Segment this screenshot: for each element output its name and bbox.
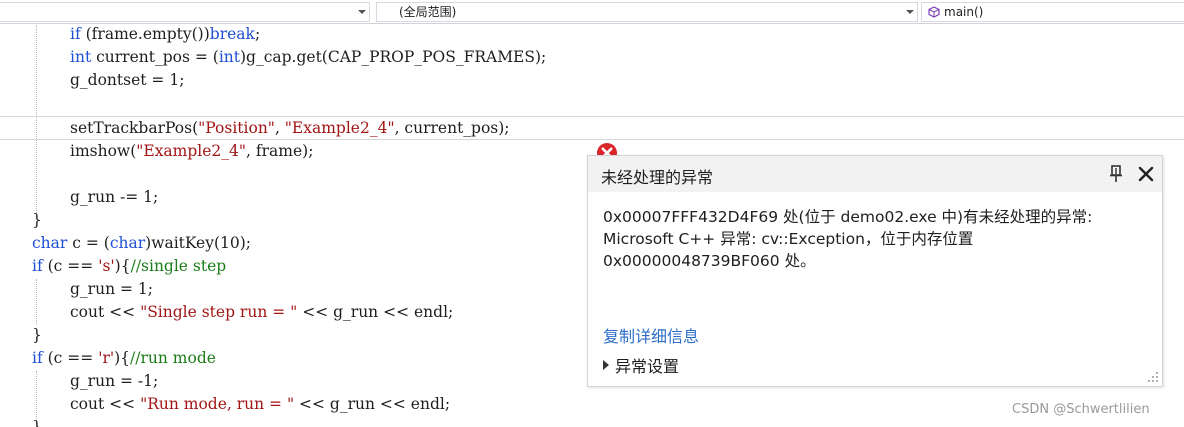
code-token: "Position" — [198, 119, 275, 137]
code-token: 's' — [98, 257, 115, 275]
exception-message-line: Microsoft C++ 异常: cv::Exception，位于内存位置 — [603, 230, 974, 248]
code-token: "Single step run = " — [140, 303, 298, 321]
code-token: ){ — [114, 349, 131, 367]
code-token: } — [32, 326, 42, 344]
code-line: setTrackbarPos("Position", "Example2_4",… — [70, 117, 510, 140]
code-line: if (c == 's'){//single step — [32, 255, 226, 278]
code-token: "Example2_4" — [284, 119, 395, 137]
code-line: g_run = -1; — [70, 370, 158, 393]
expand-triangle-icon — [603, 360, 609, 370]
code-token: )g_cap.get(CAP_PROP_POS_FRAMES); — [239, 48, 547, 66]
resize-grip-icon[interactable] — [1147, 371, 1159, 383]
exception-message-line: 0x00007FFF432D4F69 处(位于 demo02.exe 中)有未经… — [603, 208, 1093, 226]
project-dropdown[interactable] — [0, 2, 370, 22]
code-token: c = ( — [67, 234, 110, 252]
watermark: CSDN @Schwertlilien — [1012, 402, 1150, 417]
code-line: g_run = 1; — [70, 278, 153, 301]
code-token: if — [32, 257, 43, 275]
code-token: int — [70, 48, 92, 66]
function-label: main() — [944, 5, 984, 19]
exception-message-line: 0x00000048739BF060 处。 — [603, 252, 816, 270]
code-token: imshow( — [70, 142, 137, 160]
code-token: 'r' — [98, 349, 115, 367]
code-token: "Run mode, run = " — [140, 395, 295, 413]
function-cube-icon — [928, 6, 940, 18]
code-line: char c = (char)waitKey(10); — [32, 232, 251, 255]
code-token: )waitKey(10); — [145, 234, 252, 252]
code-token: current_pos = ( — [91, 48, 219, 66]
code-token: //single step — [130, 257, 227, 275]
close-icon[interactable] — [1137, 165, 1155, 183]
code-line: cout << "Run mode, run = " << g_run << e… — [70, 393, 450, 416]
code-token: int — [218, 48, 240, 66]
code-token: char — [32, 234, 68, 252]
code-line: int current_pos = (int)g_cap.get(CAP_PRO… — [70, 46, 546, 69]
code-line: g_run -= 1; — [70, 186, 158, 209]
navigation-bar: (全局范围) main() — [0, 0, 1184, 24]
code-token: g_run = 1; — [70, 280, 153, 298]
exception-settings-toggle[interactable]: 异常设置 — [603, 353, 679, 377]
code-line: } — [32, 416, 42, 427]
code-token: //run mode — [130, 349, 216, 367]
exception-header: 未经处理的异常 — [588, 156, 1162, 192]
code-token: << g_run << endl; — [294, 395, 451, 413]
code-token: , current_pos); — [394, 119, 510, 137]
code-token: } — [32, 211, 42, 229]
code-token: cout << — [70, 395, 141, 413]
code-line: if (frame.empty())break; — [70, 23, 260, 46]
code-token: cout << — [70, 303, 141, 321]
code-token: ; — [254, 25, 261, 43]
code-token: setTrackbarPos( — [70, 119, 199, 137]
code-line: cout << "Single step run = " << g_run <<… — [70, 301, 453, 324]
code-token: , frame); — [246, 142, 314, 160]
indent-guide — [36, 25, 37, 217]
function-dropdown[interactable]: main() — [921, 2, 1184, 22]
code-line: imshow("Example2_4", frame); — [70, 140, 313, 163]
copy-details-link[interactable]: 复制详细信息 — [603, 323, 699, 347]
code-token: g_run = -1; — [70, 372, 159, 390]
scope-label: (全局范围) — [399, 5, 457, 19]
code-line: } — [32, 209, 42, 232]
chevron-down-icon — [355, 3, 367, 21]
code-token: char — [109, 234, 146, 252]
code-line: g_dontset = 1; — [70, 69, 184, 92]
code-token: (c == — [42, 257, 99, 275]
code-token: , — [274, 119, 285, 137]
indent-guide — [36, 279, 37, 325]
exception-message: 0x00007FFF432D4F69 处(位于 demo02.exe 中)有未经… — [603, 206, 1151, 272]
code-token: (c == — [42, 349, 99, 367]
code-token: if — [70, 25, 81, 43]
code-token: "Example2_4" — [136, 142, 247, 160]
code-token: } — [32, 418, 42, 427]
exception-title: 未经处理的异常 — [601, 168, 714, 187]
exception-helper-popup: 未经处理的异常 0x00007FFF432D4F69 处(位于 demo02.e… — [587, 155, 1163, 387]
code-token: (frame.empty()) — [80, 25, 210, 43]
code-token: break — [209, 25, 255, 43]
code-line: if (c == 'r'){//run mode — [32, 347, 216, 370]
code-token: ){ — [114, 257, 131, 275]
code-token: if — [32, 349, 43, 367]
scope-dropdown[interactable]: (全局范围) — [376, 2, 918, 22]
exception-settings-label: 异常设置 — [615, 357, 680, 376]
code-token: g_dontset = 1; — [70, 71, 185, 89]
code-line: } — [32, 324, 42, 347]
chevron-down-icon — [903, 3, 915, 21]
code-token: << g_run << endl; — [297, 303, 454, 321]
pin-icon[interactable] — [1109, 165, 1123, 183]
code-token: g_run -= 1; — [70, 188, 159, 206]
